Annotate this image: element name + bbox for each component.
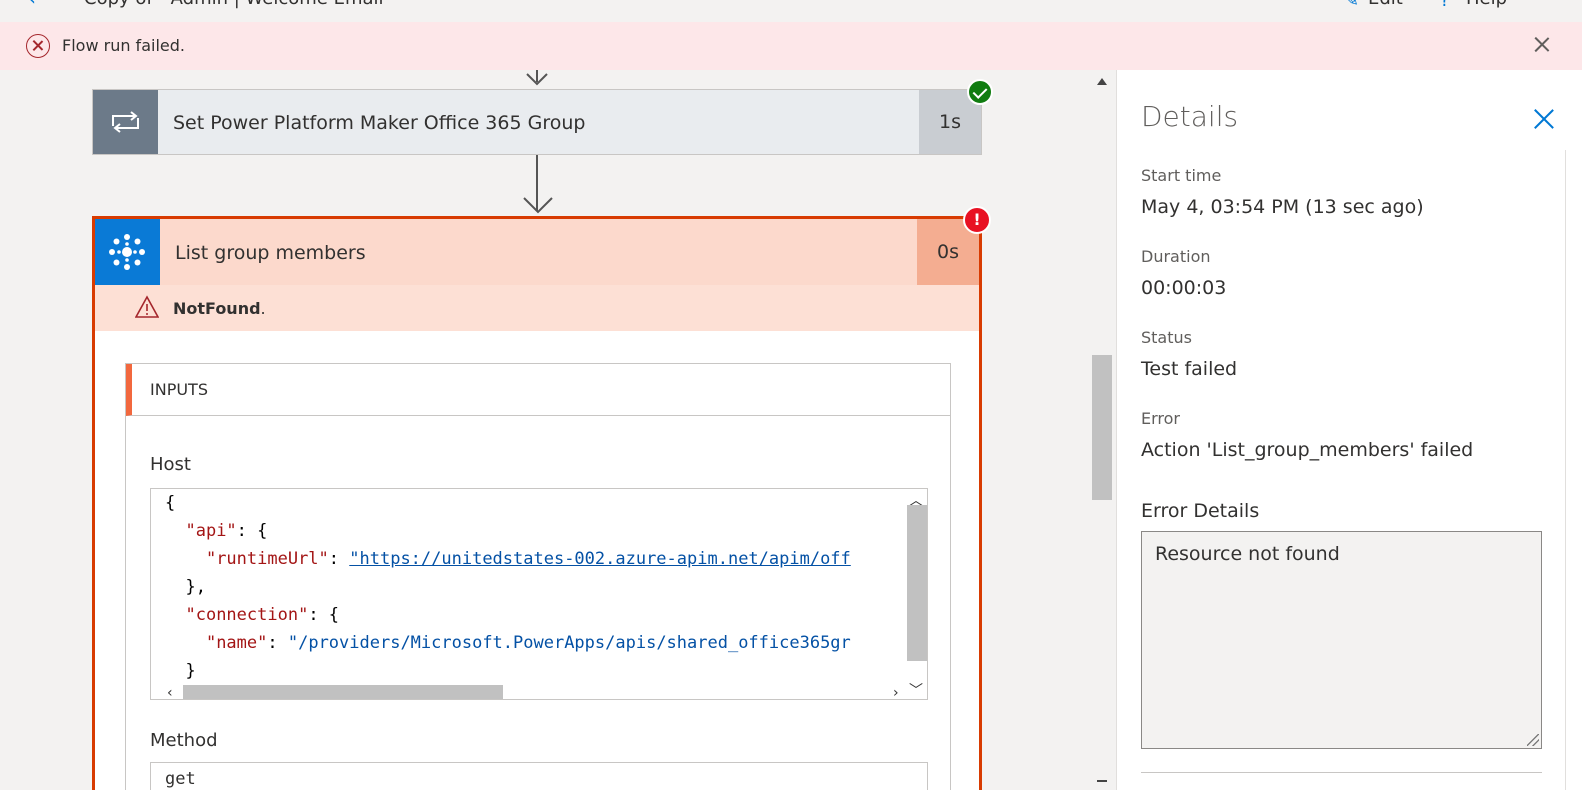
duration-label: Duration	[1141, 247, 1211, 266]
error-exclamation-icon: !	[963, 206, 991, 234]
flow-canvas: Set Power Platform Maker Office 365 Grou…	[0, 70, 1090, 790]
method-value-box: get	[150, 762, 928, 790]
host-label: Host	[150, 454, 191, 475]
flow-title: Copy of - Admin | Welcome Email	[84, 0, 384, 9]
code-line: },	[185, 577, 206, 597]
details-title: Details	[1141, 100, 1239, 133]
status-label: Status	[1141, 328, 1192, 347]
action-card-list-members[interactable]: List group members 0s NotFound. INPUTS H…	[92, 216, 982, 790]
back-arrow-icon[interactable]: ‹	[28, 0, 36, 10]
code-line: "name": "/providers/Microsoft.PowerApps/…	[205, 633, 851, 653]
error-value: Action 'List_group_members' failed	[1141, 439, 1474, 461]
start-time-value: May 4, 03:54 PM (13 sec ago)	[1141, 196, 1424, 218]
status-value: Test failed	[1141, 358, 1238, 380]
error-details-label: Error Details	[1141, 500, 1260, 522]
code-line: "connection": {	[185, 605, 340, 625]
close-banner-icon[interactable]	[1533, 35, 1551, 53]
action-card-set-group[interactable]: Set Power Platform Maker Office 365 Grou…	[92, 89, 982, 155]
code-line: {	[165, 493, 176, 513]
scrollbar-thumb[interactable]	[1092, 355, 1112, 500]
scroll-down-icon[interactable]	[1097, 780, 1107, 782]
details-panel: Details Start time May 4, 03:54 PM (13 s…	[1116, 70, 1582, 790]
vertical-scrollbar[interactable]	[907, 505, 927, 661]
host-code-viewer[interactable]: { "api": { "runtimeUrl": "https://united…	[150, 488, 928, 700]
connector-arrow-icon	[523, 197, 553, 214]
action-title: List group members	[175, 242, 366, 264]
error-label: Error	[1141, 409, 1180, 428]
warning-icon	[135, 295, 159, 318]
error-code-text: NotFound.	[173, 299, 266, 318]
success-check-icon	[967, 79, 993, 105]
error-details-textarea[interactable]: Resource not found	[1141, 531, 1542, 749]
resize-grip-icon[interactable]	[1527, 734, 1539, 746]
details-scrollbar[interactable]	[1565, 150, 1582, 790]
duration-value: 00:00:03	[1141, 277, 1227, 299]
help-icon[interactable]: ?	[1440, 0, 1450, 11]
office365-groups-icon	[95, 219, 160, 285]
code-line: "runtimeUrl": "https://unitedstates-002.…	[205, 549, 851, 569]
horizontal-scrollbar[interactable]	[183, 685, 503, 699]
action-title: Set Power Platform Maker Office 365 Grou…	[173, 112, 586, 134]
scroll-left-icon[interactable]: ‹	[167, 679, 173, 699]
edit-button[interactable]: Edit	[1368, 0, 1403, 9]
action-header[interactable]: List group members 0s	[95, 219, 979, 285]
scroll-up-icon[interactable]	[1097, 78, 1107, 85]
canvas-scrollbar[interactable]	[1090, 70, 1114, 790]
divider	[1141, 772, 1542, 773]
loop-icon	[93, 90, 158, 154]
method-label: Method	[150, 730, 218, 751]
edit-icon[interactable]: ✎	[1344, 0, 1359, 11]
scroll-right-icon[interactable]: ›	[893, 679, 899, 699]
help-button[interactable]: Help	[1466, 0, 1507, 9]
inputs-section: INPUTS Host { "api": { "runtimeUrl": "ht…	[125, 363, 951, 790]
method-value: get	[165, 769, 196, 789]
connector-arrow-icon	[526, 73, 548, 86]
error-circle-icon	[26, 34, 50, 58]
error-details-text: Resource not found	[1155, 543, 1340, 565]
scroll-down-icon[interactable]: ﹀	[909, 677, 923, 699]
error-banner: Flow run failed.	[0, 22, 1582, 70]
top-bar: ‹ Copy of - Admin | Welcome Email ✎ Edit…	[0, 0, 1582, 22]
close-details-icon[interactable]	[1533, 108, 1555, 130]
inputs-header[interactable]: INPUTS	[126, 364, 950, 416]
inputs-title: INPUTS	[150, 380, 208, 399]
runtime-url-link[interactable]: "https://unitedstates-002.azure-apim.net…	[349, 549, 851, 569]
action-error-row: NotFound.	[95, 285, 979, 331]
code-line: "api": {	[185, 521, 268, 541]
start-time-label: Start time	[1141, 166, 1222, 185]
banner-message: Flow run failed.	[62, 36, 185, 55]
